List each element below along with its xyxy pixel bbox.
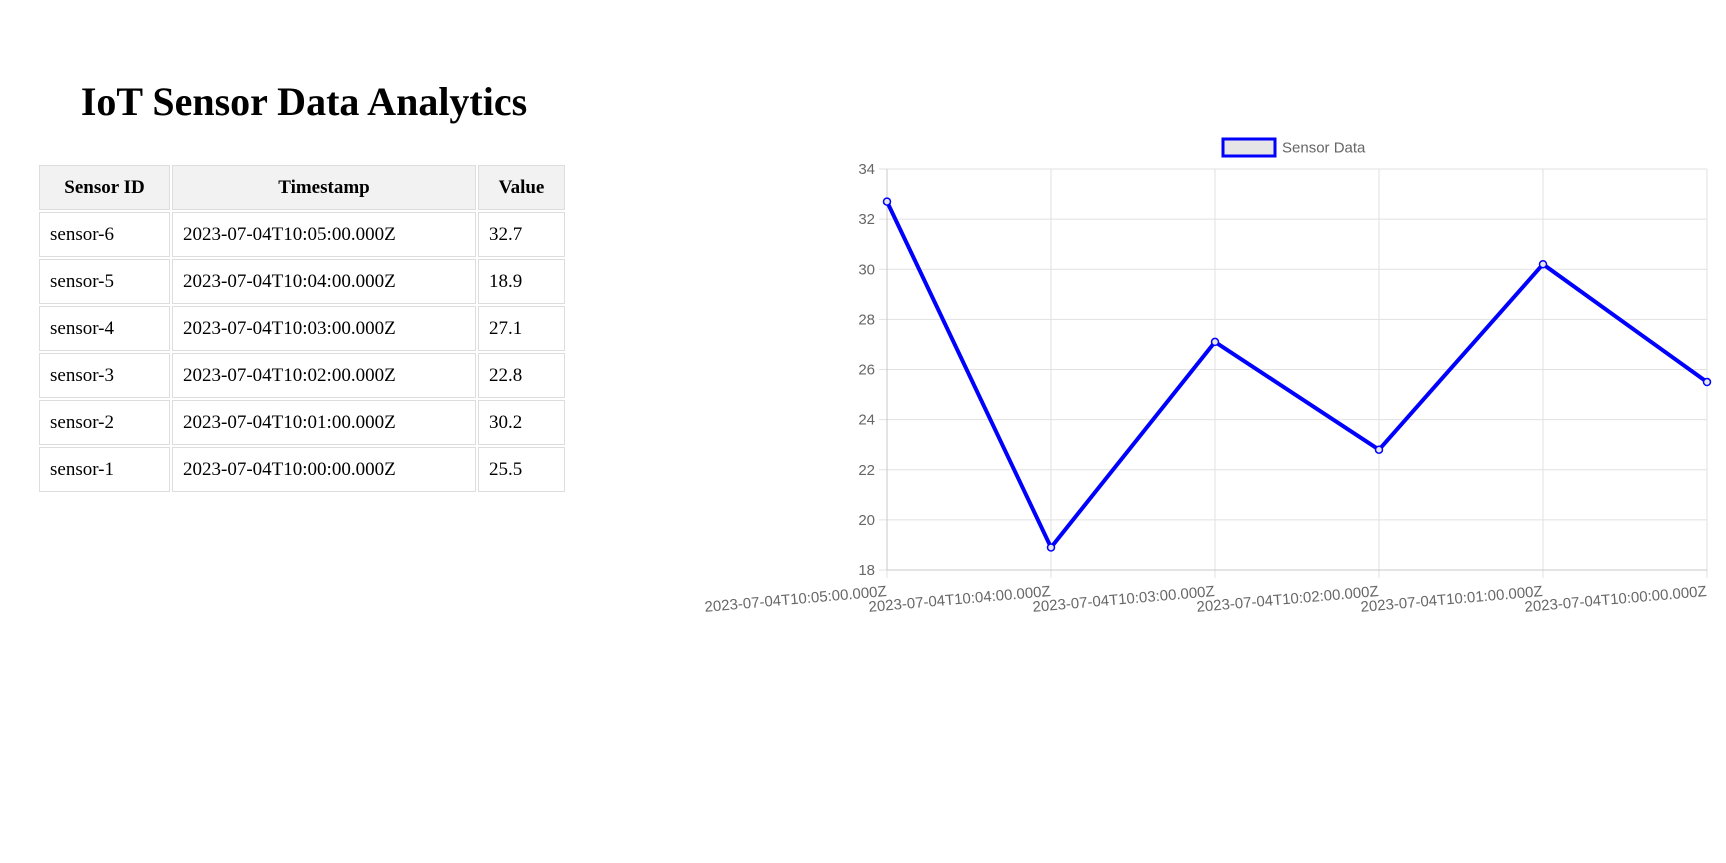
data-point xyxy=(1374,445,1384,454)
y-tick-label: 22 xyxy=(858,462,875,479)
data-point xyxy=(1538,259,1548,269)
series-line xyxy=(885,200,1709,552)
y-tick-label: 26 xyxy=(858,362,875,379)
y-tick-label: 34 xyxy=(858,161,875,178)
y-tick-label: 28 xyxy=(858,311,875,328)
y-tick-label: 20 xyxy=(858,512,875,529)
y-tick-label: 32 xyxy=(858,211,875,228)
x-tick-label: 2023-07-04T10:03:00.000Z xyxy=(1032,583,1215,616)
x-tick-label: 2023-07-04T10:04:00.000Z xyxy=(868,583,1051,616)
data-point xyxy=(882,197,892,206)
data-point xyxy=(1046,543,1056,552)
x-tick-label: 2023-07-04T10:00:00.000Z xyxy=(1524,583,1707,616)
sensor-line-chart: 18 20 22 24 26 28 30 32 34 2023-07-04T10:05:00.00… xyxy=(704,137,1712,616)
page: IoT Sensor Data Analytics Sensor ID Time… xyxy=(0,0,1726,863)
legend-swatch xyxy=(1221,137,1277,158)
x-tick-label: 2023-07-04T10:05:00.000Z xyxy=(704,583,887,616)
data-point xyxy=(1702,377,1712,387)
x-tick-label: 2023-07-04T10:01:00.000Z xyxy=(1360,583,1543,616)
y-tick-label: 24 xyxy=(858,412,875,429)
x-tick-label: 2023-07-04T10:02:00.000Z xyxy=(1196,583,1379,616)
legend-label: Sensor Data xyxy=(1282,140,1366,157)
y-tick-label: 30 xyxy=(858,261,875,278)
data-point xyxy=(1210,337,1220,347)
y-tick-label: 18 xyxy=(858,562,875,579)
